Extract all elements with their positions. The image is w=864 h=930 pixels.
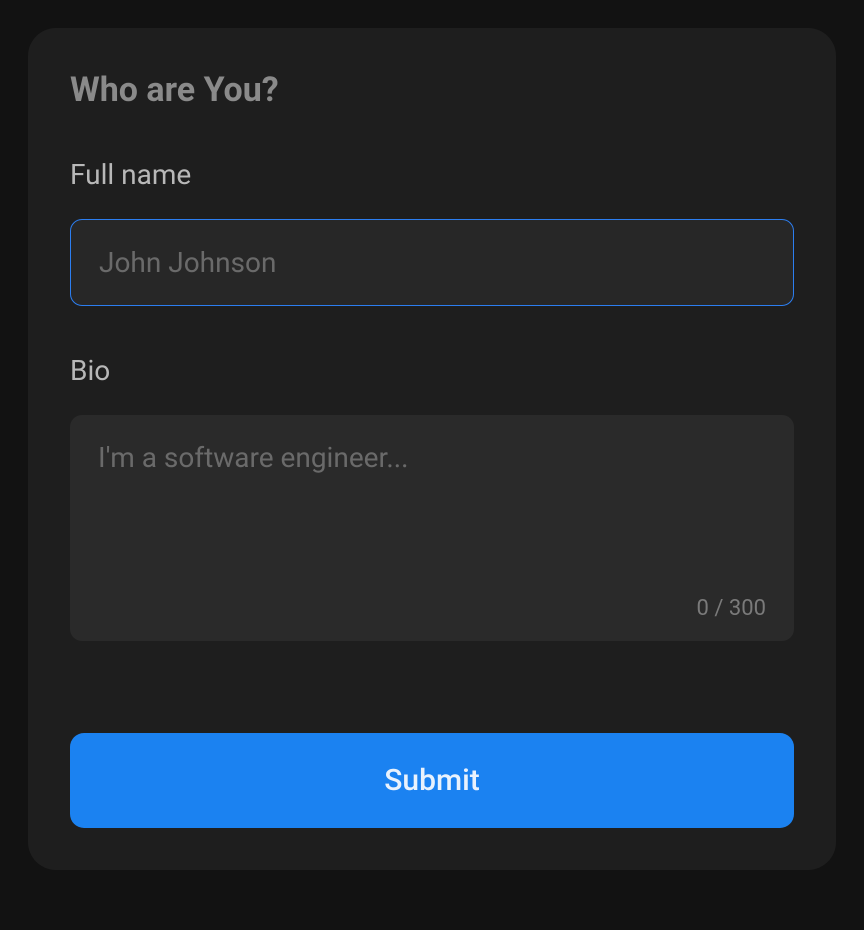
profile-form-card: Who are You? Full name Bio 0 / 300 Submi…	[28, 28, 836, 870]
full-name-input[interactable]	[70, 219, 794, 306]
bio-char-counter: 0 / 300	[697, 596, 766, 621]
bio-textarea-wrap: 0 / 300	[70, 415, 794, 641]
form-heading: Who are You?	[70, 70, 794, 110]
submit-button[interactable]: Submit	[70, 733, 794, 828]
full-name-label: Full name	[70, 158, 794, 191]
bio-label: Bio	[70, 354, 794, 387]
bio-field-group: Bio 0 / 300	[70, 354, 794, 641]
full-name-field-group: Full name	[70, 158, 794, 306]
bio-textarea[interactable]	[98, 441, 766, 581]
